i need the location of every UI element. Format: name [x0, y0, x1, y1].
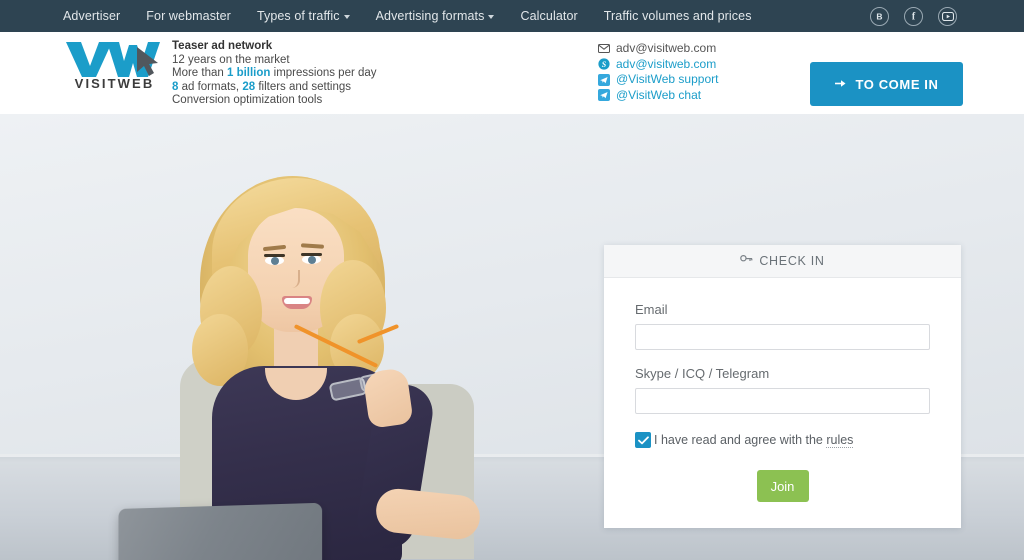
svg-text:B: B — [876, 11, 882, 21]
contact-text: adv@visitweb.com — [616, 41, 717, 55]
contact-text: adv@visitweb.com — [616, 56, 717, 71]
nav-label: Types of traffic — [256, 9, 340, 23]
tagline-line-2: 12 years on the market — [172, 53, 290, 66]
nav-label: For webmaster — [146, 9, 231, 23]
agree-label: I have read and agree with the rules — [654, 433, 854, 448]
tagline-highlight: 28 — [242, 80, 256, 93]
agree-row: I have read and agree with the rules — [635, 432, 930, 448]
contact-telegram-support[interactable]: @VisitWeb support — [598, 72, 718, 88]
nav-item-advertiser[interactable]: Advertiser — [63, 9, 120, 23]
nav-label: Traffic volumes and prices — [603, 9, 752, 23]
tagline-text: filters and settings — [255, 80, 352, 93]
tagline-text: impressions per day — [270, 67, 377, 80]
rules-link[interactable]: rules — [826, 433, 854, 448]
hero-section: VW CHECK IN — [0, 114, 1024, 560]
nav-item-advertising-formats[interactable]: Advertising formats — [376, 9, 495, 23]
registration-panel: CHECK IN Email Skype / ICQ / Telegram I … — [604, 245, 961, 528]
contact-email[interactable]: adv@visitweb.com — [598, 41, 718, 57]
eyelash-left — [264, 254, 285, 257]
tagline-line-4: 8 ad formats, 28 filters and settings — [172, 81, 377, 95]
eye-left — [265, 256, 284, 265]
panel-body: Email Skype / ICQ / Telegram I have read… — [604, 278, 961, 502]
contact-skype[interactable]: S adv@visitweb.com — [598, 57, 718, 73]
site-header: VISITWEB Teaser ad network 12 years on t… — [0, 32, 1024, 133]
logo[interactable]: VISITWEB — [63, 39, 166, 91]
laptop: VW — [112, 502, 362, 560]
tagline-line-5: Conversion optimization tools — [172, 94, 323, 107]
social-links: B f — [870, 6, 957, 26]
nav-label: Advertiser — [63, 9, 121, 23]
nav-item-for-webmaster[interactable]: For webmaster — [146, 9, 231, 23]
eye-right — [302, 255, 321, 264]
contact-list: adv@visitweb.com S adv@visitweb.com @Vis… — [598, 41, 718, 103]
nav-label: Advertising formats — [375, 9, 485, 23]
panel-header: CHECK IN — [604, 245, 961, 278]
login-button[interactable]: TO COME IN — [810, 62, 963, 106]
tagline-line-1: Teaser ad network — [172, 40, 273, 52]
hand — [362, 367, 414, 429]
sign-in-arrow-icon — [834, 77, 847, 92]
facebook-icon[interactable]: f — [904, 6, 923, 26]
contact-text: @VisitWeb chat — [616, 87, 702, 102]
agree-text: I have read and agree with the — [654, 433, 827, 447]
top-navbar: Advertiser For webmaster Types of traffi… — [0, 0, 1024, 32]
contact-text: @VisitWeb support — [616, 72, 719, 86]
hero-photo-woman — [170, 174, 500, 560]
skype-icon: S — [598, 58, 610, 70]
mouth — [282, 296, 312, 309]
messenger-label: Skype / ICQ / Telegram — [635, 366, 770, 381]
svg-text:S: S — [602, 60, 607, 69]
primary-navigation: Advertiser For webmaster Types of traffi… — [63, 9, 778, 23]
tagline-highlight: 1 billion — [226, 67, 271, 80]
tagline-text: ad formats, — [178, 80, 243, 93]
chevron-down-icon — [488, 15, 495, 19]
page-root: Advertiser For webmaster Types of traffi… — [0, 0, 1024, 560]
contact-telegram-chat[interactable]: @VisitWeb chat — [598, 88, 718, 104]
eyelash-right — [301, 253, 322, 256]
email-label: Email — [635, 302, 668, 317]
messenger-input[interactable] — [635, 388, 930, 414]
email-input[interactable] — [635, 324, 930, 350]
youtube-icon[interactable] — [938, 6, 957, 26]
laptop-lid: VW — [118, 502, 323, 560]
key-icon — [740, 252, 753, 270]
logo-mark — [63, 39, 166, 79]
vk-icon[interactable]: B — [870, 6, 889, 26]
telegram-icon — [598, 73, 610, 86]
tagline-line-3: More than 1 billion impressions per day — [172, 67, 377, 81]
nav-item-types-of-traffic[interactable]: Types of traffic — [257, 9, 350, 23]
chevron-down-icon — [343, 15, 350, 19]
nav-label: Calculator — [520, 9, 578, 23]
login-button-label: TO COME IN — [855, 76, 939, 92]
svg-text:f: f — [912, 12, 916, 22]
tagline: Teaser ad network 12 years on the market… — [172, 40, 377, 108]
agree-checkbox[interactable] — [635, 432, 651, 448]
envelope-icon — [598, 43, 610, 55]
panel-title: CHECK IN — [759, 254, 825, 268]
nav-item-calculator[interactable]: Calculator — [520, 9, 577, 23]
nav-item-traffic-volumes-and-prices[interactable]: Traffic volumes and prices — [604, 9, 752, 23]
tagline-text: More than — [172, 67, 227, 80]
join-button[interactable]: Join — [756, 470, 809, 502]
telegram-icon — [598, 89, 610, 102]
